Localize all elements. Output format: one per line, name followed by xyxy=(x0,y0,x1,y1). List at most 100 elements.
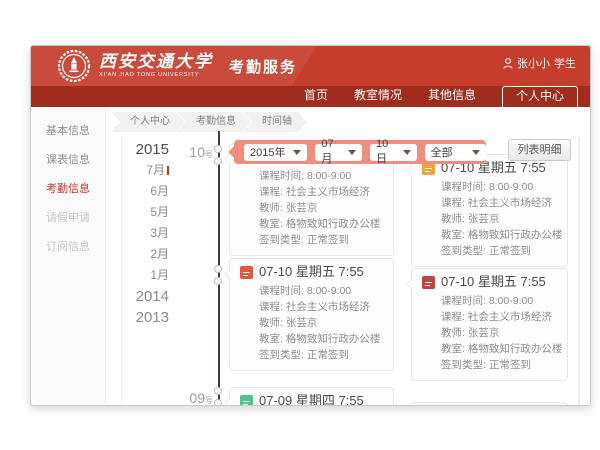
scale-month-3[interactable]: 3月 xyxy=(123,223,169,244)
nav-item-other-info[interactable]: 其他信息 xyxy=(428,86,476,107)
scale-month-5[interactable]: 5月 xyxy=(123,202,169,223)
sidebar-item-schedule-info[interactable]: 课表信息 xyxy=(31,146,105,175)
user-role: 学生 xyxy=(554,55,576,71)
timeline-node xyxy=(214,157,222,165)
month-select-value: 07月 xyxy=(321,138,343,166)
day-select-value: 10日 xyxy=(376,138,398,166)
university-name-block: 西安交通大学 XI'AN JIAO TONG UNIVERSITY xyxy=(99,53,213,79)
nav-item-classrooms[interactable]: 教室情况 xyxy=(354,86,402,107)
card-field-time: 课程时间: 8:00-9:00 xyxy=(259,168,383,184)
chevron-down-icon xyxy=(403,150,411,155)
card-field-teacher: 教师: 张芸京 xyxy=(441,325,557,341)
timeline-scale: 2015 7月 6月 5月 3月 2月 1月 2014 2013 xyxy=(123,139,169,328)
card-field-time: 课程时间: 8:00-9:00 xyxy=(441,179,557,195)
card-field-course: 课程: 社会主义市场经济 xyxy=(259,184,383,200)
scale-month-2[interactable]: 2月 xyxy=(123,244,169,265)
breadcrumb-personal-center[interactable]: 个人中心 xyxy=(111,112,185,132)
card-field-course: 课程: 社会主义市场经济 xyxy=(441,309,557,325)
day-marker-09: 09号 xyxy=(179,390,213,406)
timeline-panel-divider xyxy=(121,135,122,405)
sidebar: 基本信息 课表信息 考勤信息 请假申请 订阅信息 xyxy=(31,107,106,405)
card-field-teacher: 教师: 张芸京 xyxy=(441,211,557,227)
chevron-down-icon xyxy=(472,150,480,155)
scale-month-7-label: 7月 xyxy=(146,163,165,177)
card-field-teacher: 教师: 张芸京 xyxy=(259,200,383,216)
card-field-room: 教室: 格物致知行政办公楼 xyxy=(441,341,557,357)
scope-select-value: 全部 xyxy=(431,144,453,160)
scale-year-2013[interactable]: 2013 xyxy=(123,307,169,328)
card-field-room: 教室: 格物致知行政办公楼 xyxy=(441,227,557,243)
user-icon xyxy=(503,58,513,69)
year-select[interactable]: 2015年 xyxy=(244,144,307,161)
attendance-card[interactable]: 07-10 星期五 7:55 课程时间: 8:00-9:00 课程: 社会主义市… xyxy=(411,268,568,381)
card-date-title: 07-09 星期四 7:55 xyxy=(259,393,364,406)
timeline-node xyxy=(214,145,222,153)
card-field-room: 教室: 格物致知行政办公楼 xyxy=(259,331,383,347)
sidebar-item-attendance-info[interactable]: 考勤信息 xyxy=(31,175,105,204)
sidebar-item-basic-info[interactable]: 基本信息 xyxy=(31,117,105,146)
nav-item-home[interactable]: 首页 xyxy=(304,86,328,107)
scale-month-6[interactable]: 6月 xyxy=(123,181,169,202)
day-marker-10-suffix: 号 xyxy=(205,150,213,159)
card-field-time: 课程时间: 8:00-9:00 xyxy=(441,293,557,309)
scrollbar[interactable] xyxy=(578,137,580,405)
card-field-signin-type: 签到类型: 正常签到 xyxy=(441,357,557,373)
scale-year-2015[interactable]: 2015 xyxy=(123,139,169,160)
breadcrumb-attendance-info[interactable]: 考勤信息 xyxy=(177,112,251,132)
calendar-icon xyxy=(240,395,253,407)
day-marker-09-suffix: 号 xyxy=(205,396,213,405)
card-field-course: 课程: 社会主义市场经济 xyxy=(259,299,383,315)
breadcrumb: 个人中心 考勤信息 时间轴 xyxy=(111,112,307,132)
card-details: 课程时间: 8:00-9:00 课程: 社会主义市场经济 教师: 张芸京 教室:… xyxy=(240,280,383,363)
chevron-down-icon xyxy=(293,150,301,155)
scope-select[interactable]: 全部 xyxy=(425,144,486,161)
app-title: 考勤服务 xyxy=(229,56,297,77)
card-field-signin-type: 签到类型: 正常签到 xyxy=(259,347,383,363)
scale-month-1[interactable]: 1月 xyxy=(123,265,169,286)
card-field-signin-type: 签到类型: 正常签到 xyxy=(441,243,557,259)
timeline-node xyxy=(214,399,222,406)
card-field-time: 课程时间: 8:00-9:00 xyxy=(259,283,383,299)
day-marker-09-num: 09 xyxy=(189,390,205,406)
timeline-node xyxy=(214,387,222,395)
chevron-down-icon xyxy=(348,150,356,155)
list-detail-button[interactable]: 列表明细 xyxy=(508,139,571,161)
attendance-card-stub[interactable] xyxy=(411,402,568,406)
university-name-en: XI'AN JIAO TONG UNIVERSITY xyxy=(99,73,213,79)
day-select[interactable]: 10日 xyxy=(370,144,417,161)
attendance-card[interactable]: 07-09 星期四 7:55 xyxy=(229,387,394,406)
app-header: 西安交通大学 XI'AN JIAO TONG UNIVERSITY 考勤服务 张… xyxy=(31,46,590,86)
university-logo-icon xyxy=(57,49,91,83)
day-marker-10: 10号 xyxy=(179,144,213,160)
card-field-room: 教室: 格物致知行政办公楼 xyxy=(259,216,383,232)
card-field-teacher: 教师: 张芸京 xyxy=(259,315,383,331)
card-details: 课程时间: 8:00-9:00 课程: 社会主义市场经济 教师: 张芸京 教室:… xyxy=(422,176,557,259)
timeline-node xyxy=(214,277,222,285)
card-date-title: 07-10 星期五 7:55 xyxy=(441,274,546,290)
app-window: 西安交通大学 XI'AN JIAO TONG UNIVERSITY 考勤服务 张… xyxy=(30,45,591,406)
selected-month-marker xyxy=(167,166,169,175)
nav-item-personal-center[interactable]: 个人中心 xyxy=(502,86,578,107)
sidebar-item-subscription-info[interactable]: 订阅信息 xyxy=(31,233,105,262)
card-details: 课程时间: 8:00-9:00 课程: 社会主义市场经济 教师: 张芸京 教室:… xyxy=(422,290,557,373)
main-nav: 首页 教室情况 其他信息 个人中心 xyxy=(31,86,590,107)
user-info[interactable]: 张小小 学生 xyxy=(503,55,576,71)
scale-year-2014[interactable]: 2014 xyxy=(123,286,169,307)
year-select-value: 2015年 xyxy=(250,144,285,160)
attendance-card[interactable]: 07-10 星期五 7:55 课程时间: 8:00-9:00 课程: 社会主义市… xyxy=(229,258,394,371)
scale-month-7[interactable]: 7月 xyxy=(123,160,169,181)
month-select[interactable]: 07月 xyxy=(315,144,362,161)
calendar-icon xyxy=(240,266,253,279)
university-name-cn: 西安交通大学 xyxy=(99,53,213,70)
calendar-icon xyxy=(422,276,435,289)
card-field-course: 课程: 社会主义市场经济 xyxy=(441,195,557,211)
timeline-node xyxy=(214,265,222,273)
sidebar-item-leave-request[interactable]: 请假申请 xyxy=(31,204,105,233)
card-date-title: 07-10 星期五 7:55 xyxy=(259,264,364,280)
user-name: 张小小 xyxy=(517,55,550,71)
content-area: 基本信息 课表信息 考勤信息 请假申请 订阅信息 个人中心 考勤信息 时间轴 2… xyxy=(31,107,590,405)
attendance-card[interactable]: 07-10 星期五 7:55 课程时间: 8:00-9:00 课程: 社会主义市… xyxy=(411,154,568,267)
day-marker-10-num: 10 xyxy=(189,144,205,160)
card-field-signin-type: 签到类型: 正常签到 xyxy=(259,232,383,248)
breadcrumb-timeline[interactable]: 时间轴 xyxy=(243,112,307,132)
